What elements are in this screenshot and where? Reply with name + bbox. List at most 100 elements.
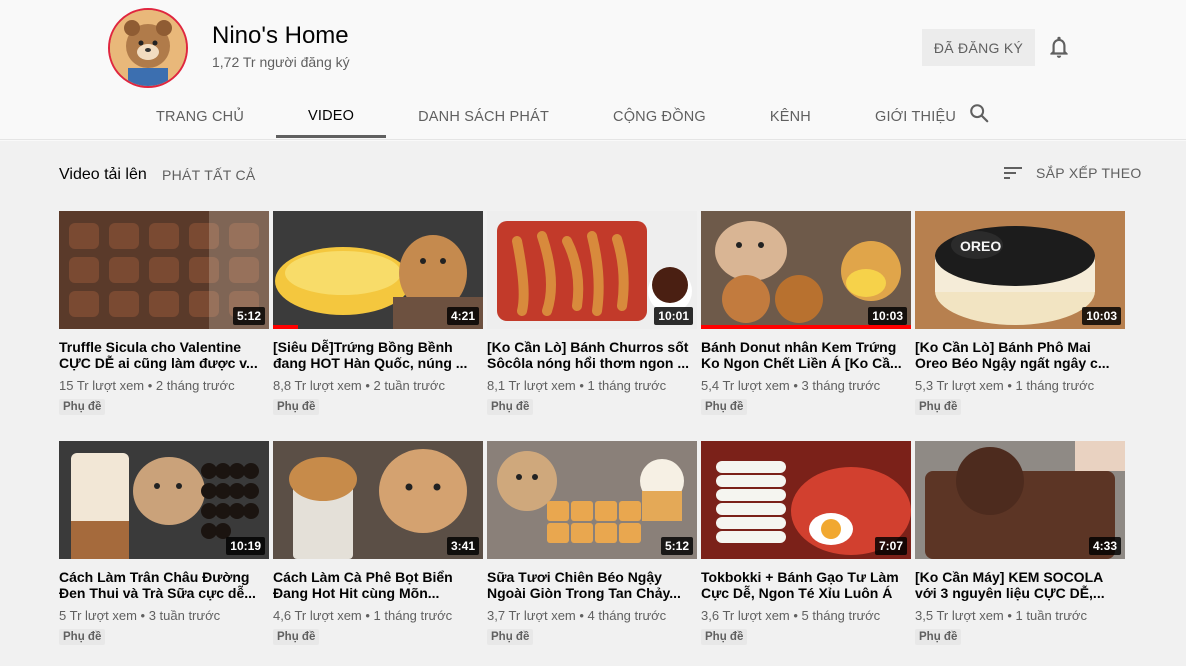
view-count: 8,1 Tr lượt xem <box>487 378 576 393</box>
video-title[interactable]: Sữa Tươi Chiên Béo Ngậy Ngoài Giòn Trong… <box>487 569 697 601</box>
channel-header: Nino's Home 1,72 Tr người đăng ký ĐÃ ĐĂN… <box>0 0 1186 140</box>
video-meta: 8,1 Tr lượt xem • 1 tháng trước <box>487 378 697 393</box>
video-thumbnail[interactable]: 5:12 <box>487 441 697 559</box>
channel-avatar[interactable] <box>108 8 188 88</box>
view-count: 3,7 Tr lượt xem <box>487 608 576 623</box>
section-title: Video tải lên <box>59 166 147 183</box>
meta-separator: • <box>575 378 588 393</box>
video-title[interactable]: Truffle Sicula cho Valentine CỰC DỄ ai c… <box>59 339 269 371</box>
svg-text:OREO: OREO <box>960 238 1001 254</box>
sort-icon <box>1004 167 1022 179</box>
tab-5[interactable]: GIỚI THIỆU <box>843 96 988 138</box>
video-duration: 10:03 <box>868 307 907 325</box>
uploads-section: Video tải lên PHÁT TẤT CẢ SẮP XẾP THEO 5… <box>0 141 1186 666</box>
video-title[interactable]: [Ko Cần Lò] Bánh Churros sốt Sôcôla nóng… <box>487 339 697 371</box>
video-duration: 4:21 <box>446 307 479 325</box>
upload-age: 3 tháng trước <box>801 378 881 393</box>
subtitles-badge: Phụ đề <box>701 629 748 645</box>
subtitles-badge: Phụ đề <box>273 399 320 415</box>
tab-3[interactable]: CỘNG ĐỒNG <box>581 96 738 138</box>
tab-1[interactable]: VIDEO <box>276 96 387 138</box>
upload-age: 1 tháng trước <box>587 378 667 393</box>
subtitles-badge: Phụ đề <box>701 399 748 415</box>
upload-age: 3 tuần trước <box>148 608 221 623</box>
meta-separator: • <box>136 608 149 623</box>
search-icon[interactable] <box>968 102 990 124</box>
subscribed-button[interactable]: ĐÃ ĐĂNG KÝ <box>922 29 1035 66</box>
video-title[interactable]: Cách Làm Cà Phê Bọt Biển Đang Hot Hit cù… <box>273 569 483 601</box>
subtitles-badge: Phụ đề <box>915 399 962 415</box>
video-duration: 10:19 <box>226 537 265 555</box>
view-count: 3,5 Tr lượt xem <box>915 608 1004 623</box>
video-card[interactable]: 10:01 [Ko Cần Lò] Bánh Churros sốt Sôcôla… <box>487 211 697 441</box>
upload-age: 2 tháng trước <box>155 378 235 393</box>
video-thumbnail[interactable]: 5:12 <box>59 211 269 329</box>
meta-separator: • <box>144 378 156 393</box>
video-duration: 10:01 <box>654 307 693 325</box>
meta-separator: • <box>1003 608 1016 623</box>
video-thumbnail[interactable]: 10:01 <box>487 211 697 329</box>
bell-icon[interactable] <box>1046 33 1072 61</box>
subtitles-badge: Phụ đề <box>59 629 106 645</box>
subtitles-badge: Phụ đề <box>59 399 106 415</box>
video-card[interactable]: 7:07 Tokbokki + Bánh Gạo Tư Làm Cực Dễ, N… <box>701 441 911 666</box>
sort-button[interactable]: SẮP XẾP THEO <box>1004 165 1142 181</box>
meta-separator: • <box>789 378 802 393</box>
subtitles-badge: Phụ đề <box>487 399 534 415</box>
upload-age: 4 tháng trước <box>587 608 667 623</box>
video-card[interactable]: 3:41 Cách Làm Cà Phê Bọt Biển Đang Hot Hi… <box>273 441 483 666</box>
play-all-link[interactable]: PHÁT TẤT CẢ <box>162 167 256 183</box>
watch-progress-bar <box>701 325 911 329</box>
video-card[interactable]: 10:19 Cách Làm Trân Châu Đường Đen Thui v… <box>59 441 269 666</box>
video-duration: 3:41 <box>446 537 479 555</box>
subtitles-badge: Phụ đề <box>487 629 534 645</box>
view-count: 5,3 Tr lượt xem <box>915 378 1004 393</box>
video-card[interactable]: 5:12 Truffle Sicula cho Valentine CỰC DỄ … <box>59 211 269 441</box>
tab-0[interactable]: TRANG CHỦ <box>124 96 276 138</box>
video-title[interactable]: [Ko Cần Lò] Bánh Phô Mai Oreo Béo Ngậy n… <box>915 339 1125 371</box>
subscriber-count: 1,72 Tr người đăng ký <box>212 54 350 70</box>
video-thumbnail[interactable]: 4:33 <box>915 441 1125 559</box>
video-thumbnail[interactable]: 10:19 <box>59 441 269 559</box>
watch-progress-bar <box>273 325 299 329</box>
video-card[interactable]: 4:33 [Ko Cần Máy] KEM SOCOLA với 3 nguyên… <box>915 441 1125 666</box>
meta-separator: • <box>575 608 588 623</box>
video-title[interactable]: Cách Làm Trân Châu Đường Đen Thui và Trà… <box>59 569 269 601</box>
video-meta: 3,6 Tr lượt xem • 5 tháng trước <box>701 608 911 623</box>
video-meta: 5,3 Tr lượt xem • 1 tháng trước <box>915 378 1125 393</box>
meta-separator: • <box>789 608 802 623</box>
upload-age: 2 tuần trước <box>373 378 445 393</box>
view-count: 3,6 Tr lượt xem <box>701 608 790 623</box>
video-meta: 4,6 Tr lượt xem • 1 tháng trước <box>273 608 483 623</box>
video-card[interactable]: 4:21 [Siêu Dễ]Trứng Bồng Bềnh đang HOT Hà… <box>273 211 483 441</box>
video-card[interactable]: 5:12 Sữa Tươi Chiên Béo Ngậy Ngoài Giòn T… <box>487 441 697 666</box>
video-card[interactable]: 10:03 Bánh Donut nhân Kem Trứng Ko Ngon C… <box>701 211 911 441</box>
video-grid: 5:12 Truffle Sicula cho Valentine CỰC DỄ … <box>59 211 1125 666</box>
channel-tabs: TRANG CHỦ VIDEO DANH SÁCH PHÁT CỘNG ĐỒNG KÊN… <box>124 96 988 140</box>
video-duration: 4:33 <box>1088 537 1121 555</box>
meta-separator: • <box>361 378 374 393</box>
meta-separator: • <box>361 608 374 623</box>
video-title[interactable]: [Ko Cần Máy] KEM SOCOLA với 3 nguyên liệ… <box>915 569 1125 601</box>
video-card[interactable]: OREO 10:03 [Ko Cần Lò] Bánh Phô Mai Oreo B… <box>915 211 1125 441</box>
subtitles-badge: Phụ đề <box>915 629 962 645</box>
video-meta: 5,4 Tr lượt xem • 3 tháng trước <box>701 378 911 393</box>
upload-age: 1 tháng trước <box>1015 378 1095 393</box>
video-meta: 15 Tr lượt xem • 2 tháng trước <box>59 378 269 393</box>
video-title[interactable]: Tokbokki + Bánh Gạo Tư Làm Cực Dễ, Ngon … <box>701 569 911 601</box>
tab-4[interactable]: KÊNH <box>738 96 843 138</box>
video-meta: 5 Tr lượt xem • 3 tuần trước <box>59 608 269 623</box>
video-duration: 5:12 <box>660 537 693 555</box>
video-thumbnail[interactable]: OREO 10:03 <box>915 211 1125 329</box>
video-title[interactable]: Bánh Donut nhân Kem Trứng Ko Ngon Chết L… <box>701 339 911 371</box>
video-thumbnail[interactable]: 10:03 <box>701 211 911 329</box>
video-duration: 7:07 <box>874 537 907 555</box>
subtitles-badge: Phụ đề <box>273 629 320 645</box>
video-title[interactable]: [Siêu Dễ]Trứng Bồng Bềnh đang HOT Hàn Qu… <box>273 339 483 371</box>
view-count: 5 Tr lượt xem <box>59 608 137 623</box>
tab-2[interactable]: DANH SÁCH PHÁT <box>386 96 581 138</box>
video-thumbnail[interactable]: 3:41 <box>273 441 483 559</box>
video-thumbnail[interactable]: 4:21 <box>273 211 483 329</box>
view-count: 4,6 Tr lượt xem <box>273 608 362 623</box>
video-thumbnail[interactable]: 7:07 <box>701 441 911 559</box>
